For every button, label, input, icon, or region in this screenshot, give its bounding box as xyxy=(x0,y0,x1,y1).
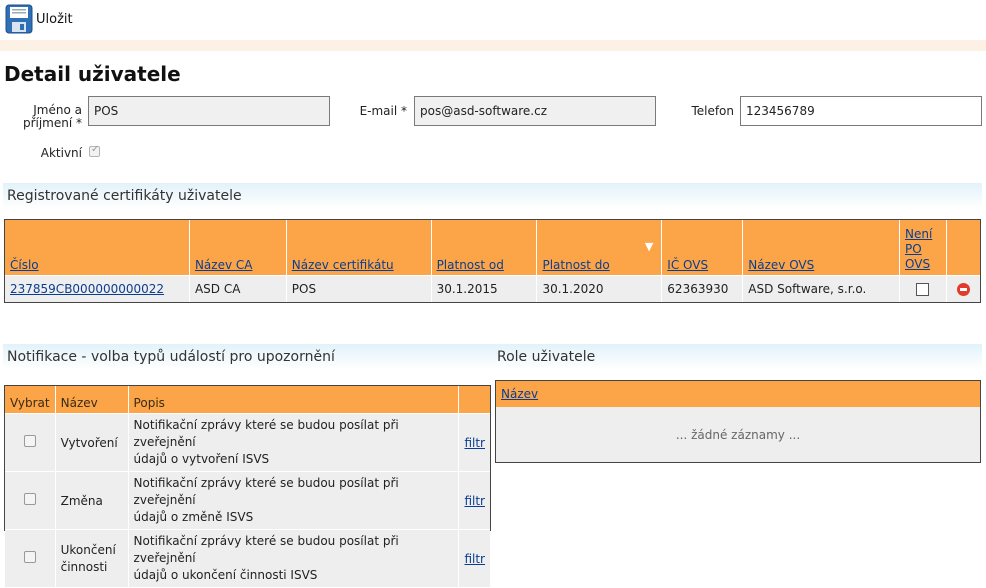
col-header-nazev-certifikatu[interactable]: Název certifikátu xyxy=(285,219,432,276)
cell-neni-po-ovs xyxy=(899,275,947,303)
col-header-actions xyxy=(945,219,982,276)
sort-link-ic-ovs[interactable]: IČ OVS xyxy=(667,258,708,272)
event-name-line1: Ukončení xyxy=(60,542,116,557)
event-name-line2: činnosti xyxy=(60,559,108,574)
save-button[interactable]: Uložit xyxy=(5,4,73,34)
name-label-line2: příjmení * xyxy=(22,116,82,130)
phone-field[interactable] xyxy=(740,96,982,126)
sort-link-cislo[interactable]: Číslo xyxy=(10,258,39,272)
col-header-filtr xyxy=(458,385,491,414)
sort-link-ovs[interactable]: OVS xyxy=(905,257,930,271)
event-name: Změna xyxy=(54,471,129,530)
event-description: Notifikační zprávy které se budou posíla… xyxy=(127,471,460,530)
page-title: Detail uživatele xyxy=(4,62,181,86)
event-description-line2: údajů o změně ISVS xyxy=(133,510,254,524)
filter-link-vytvoreni[interactable]: filtr xyxy=(464,436,485,450)
neni-po-ovs-checkbox[interactable] xyxy=(916,283,930,296)
filter-link-ukonceni[interactable]: filtr xyxy=(464,552,485,566)
col-header-popis: Popis xyxy=(127,385,460,414)
event-description-line2: údajů o vytvoření ISVS xyxy=(133,452,270,466)
sort-link-platnost-od[interactable]: Platnost od xyxy=(437,258,504,272)
event-name: Vytvoření xyxy=(54,413,129,472)
cell-nazev-certifikatu: POS xyxy=(285,275,432,303)
name-field[interactable] xyxy=(88,96,330,126)
roles-empty-state: ... žádné záznamy ... xyxy=(495,407,981,463)
col-header-neni-po-ovs[interactable]: Není PO OVS xyxy=(899,219,947,276)
certificates-table: Číslo Název CA Název certifikátu Platnos… xyxy=(4,219,982,303)
col-header-nazev-ovs[interactable]: Název OVS xyxy=(742,219,900,276)
certificate-number-link[interactable]: 237859CB000000000022 xyxy=(10,282,164,296)
certificates-section-title: Registrované certifikáty uživatele xyxy=(3,183,982,209)
sort-link-nazev-ca[interactable]: Název CA xyxy=(195,258,253,272)
sort-link-neni[interactable]: Není xyxy=(905,227,932,241)
col-header-nazev: Název xyxy=(54,385,129,414)
cell-ic-ovs: 62363930 xyxy=(661,275,744,303)
active-checkbox[interactable] xyxy=(89,144,100,157)
name-label: Jméno a příjmení * xyxy=(20,104,82,130)
sort-link-role-nazev[interactable]: Název xyxy=(501,387,538,401)
table-row: Změna Notifikační zprávy které se budou … xyxy=(4,471,491,530)
save-button-label: Uložit xyxy=(36,11,73,27)
event-description: Notifikační zprávy které se budou posíla… xyxy=(127,413,460,472)
sort-link-po[interactable]: PO xyxy=(905,242,922,256)
col-header-nazev-ca[interactable]: Název CA xyxy=(188,219,287,276)
phone-label: Telefon xyxy=(691,104,734,118)
event-description-line1: Notifikační zprávy které se budou posíla… xyxy=(133,534,399,565)
roles-header: Název xyxy=(495,380,981,407)
cell-actions xyxy=(945,275,982,303)
sort-link-nazev-certifikatu[interactable]: Název certifikátu xyxy=(292,258,394,272)
select-checkbox-vytvoreni[interactable] xyxy=(23,435,36,447)
delete-icon[interactable] xyxy=(956,283,970,296)
notifications-section-title: Notifikace - volba typů událostí pro upo… xyxy=(3,344,493,370)
cell-platnost-do: 30.1.2020 xyxy=(536,275,663,303)
sort-link-nazev-ovs[interactable]: Název OVS xyxy=(748,258,814,272)
event-description-line1: Notifikační zprávy které se budou posíla… xyxy=(133,476,399,507)
email-field[interactable] xyxy=(414,96,656,126)
col-header-vybrat: Vybrat xyxy=(4,385,56,414)
cell-platnost-od: 30.1.2015 xyxy=(430,275,538,303)
event-description: Notifikační zprávy které se budou posíla… xyxy=(127,529,460,588)
table-row: 237859CB000000000022 ASD CA POS 30.1.201… xyxy=(4,275,982,303)
event-description-line1: Notifikační zprávy které se budou posíla… xyxy=(133,418,399,449)
select-checkbox-zmena[interactable] xyxy=(23,493,36,505)
col-header-ic-ovs[interactable]: IČ OVS xyxy=(661,219,744,276)
table-row: Ukončení činnosti Notifikační zprávy kte… xyxy=(4,529,491,588)
email-label: E-mail * xyxy=(359,104,407,118)
col-header-platnost-od[interactable]: Platnost od xyxy=(430,219,538,276)
toolbar: Uložit xyxy=(0,0,986,40)
notifications-table: Vybrat Název Popis Vytvoření Notifikační… xyxy=(4,385,491,588)
select-checkbox-ukonceni[interactable] xyxy=(23,551,36,563)
sort-link-platnost-do[interactable]: Platnost do xyxy=(542,258,609,272)
cell-nazev-ca: ASD CA xyxy=(188,275,287,303)
floppy-disk-icon xyxy=(5,4,33,34)
col-header-cislo[interactable]: Číslo xyxy=(4,219,190,276)
filter-link-zmena[interactable]: filtr xyxy=(464,494,485,508)
table-row: Vytvoření Notifikační zprávy které se bu… xyxy=(4,413,491,472)
col-header-platnost-do[interactable]: Platnost do ▼ xyxy=(536,219,663,276)
empty-records-text: ... žádné záznamy ... xyxy=(675,428,801,442)
toolbar-separator xyxy=(0,40,986,51)
active-label: Aktivní xyxy=(40,146,82,160)
cell-nazev-ovs: ASD Software, s.r.o. xyxy=(742,275,900,303)
event-description-line2: údajů o ukončení činnosti ISVS xyxy=(133,568,318,582)
roles-section-title: Role uživatele xyxy=(493,344,982,370)
event-name: Ukončení činnosti xyxy=(54,529,129,588)
sort-desc-icon: ▼ xyxy=(644,240,654,253)
